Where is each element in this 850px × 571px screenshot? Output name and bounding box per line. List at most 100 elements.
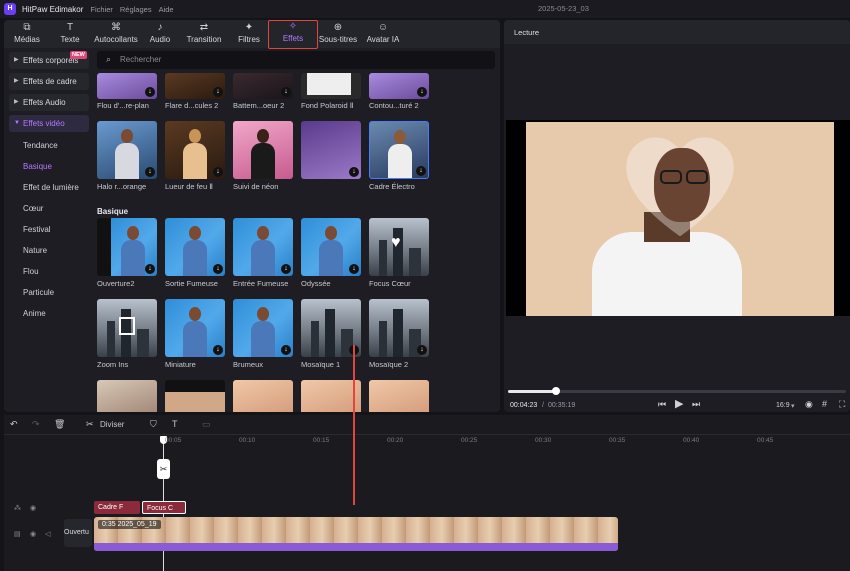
ruler-tick-label: 00:40 (683, 437, 700, 444)
transition-icon: ⇄ (199, 22, 209, 33)
effect-tile[interactable]: ↓ (369, 121, 429, 179)
next-frame-icon[interactable]: ⏭ (692, 399, 700, 410)
download-icon: ↓ (281, 87, 291, 97)
effect-tile[interactable]: ↓ (165, 121, 225, 179)
playback-progress[interactable] (508, 387, 846, 395)
download-icon: ↓ (213, 87, 223, 97)
sub-nature[interactable]: Nature (23, 246, 47, 255)
effect-tile[interactable]: ↓ (165, 299, 225, 357)
music-icon: ♪ (157, 22, 163, 33)
effect-tile[interactable]: ↓ (369, 299, 429, 357)
tab-texte[interactable]: T Texte (56, 22, 84, 48)
transition-chip[interactable]: Ouvertu (64, 519, 92, 547)
effect-tile[interactable] (97, 299, 157, 357)
tab-avatar-ia[interactable]: ☺ Avatar IA (364, 22, 402, 48)
effect-tile[interactable]: ↓ (97, 218, 157, 276)
effect-tile[interactable]: ↓ (233, 73, 293, 99)
ruler-tick-label: 00:10 (239, 437, 256, 444)
effect-tile[interactable]: ↓ (165, 218, 225, 276)
category-effets-audio[interactable]: ▶ Effets Audio (9, 94, 89, 111)
sub-anime[interactable]: Anime (23, 309, 46, 318)
undo-icon[interactable]: ↶ (10, 419, 18, 430)
total-time: 00:35:19 (548, 402, 576, 409)
fx-clip-cadre[interactable]: Cadre F (94, 501, 140, 514)
delete-icon[interactable]: 🗑 (54, 419, 65, 430)
tab-sous-titres[interactable]: ⊕ Sous-titres (318, 22, 358, 48)
sub-tendance[interactable]: Tendance (23, 141, 58, 150)
tab-transition[interactable]: ⇄ Transition (184, 22, 224, 48)
eye-icon[interactable]: ◉ (30, 530, 36, 538)
chevron-down-icon: ▾ (791, 403, 795, 410)
effect-tile[interactable]: ↓ (97, 121, 157, 179)
eye-icon[interactable]: ◉ (30, 504, 36, 512)
effect-tile[interactable] (369, 380, 429, 412)
sub-flou[interactable]: Flou (23, 267, 39, 276)
project-title: 2025-05-23_03 (538, 4, 589, 13)
volume-icon[interactable]: ◁ (45, 530, 50, 538)
split-button[interactable]: Diviser (100, 420, 124, 429)
crop-icon[interactable]: ▭ (202, 419, 211, 430)
effect-tile[interactable] (97, 380, 157, 412)
search-icon: ⌕ (106, 54, 112, 64)
effect-tile[interactable]: ♥ (369, 218, 429, 276)
menu-aide[interactable]: Aide (159, 5, 174, 14)
tab-effets[interactable]: ✧ Effets (268, 20, 318, 49)
sub-festival[interactable]: Festival (23, 225, 51, 234)
tab-medias[interactable]: ⧉ Médias (10, 22, 44, 48)
effect-tile[interactable] (233, 121, 293, 179)
download-icon: ↓ (213, 345, 223, 355)
scissor-icon[interactable]: ✂ (157, 459, 170, 479)
fx-clip-focus[interactable]: Focus C (142, 501, 186, 514)
progress-knob[interactable] (552, 387, 561, 395)
subtitles-icon: ⊕ (333, 22, 343, 33)
sub-basique[interactable]: Basique (23, 162, 52, 171)
category-effets-video[interactable]: ▼ Effets vidéo (9, 115, 89, 132)
video-clip[interactable]: 0:35 2025_05_19 (94, 517, 618, 551)
prev-frame-icon[interactable]: ⏮ (658, 399, 666, 410)
effect-tile[interactable] (233, 380, 293, 412)
effect-label: Flare d...cules 2 (165, 101, 219, 110)
video-preview[interactable] (506, 120, 850, 316)
tab-autocollants[interactable]: ⌘ Autocollants (90, 22, 142, 48)
preview-title: Lecture (514, 28, 540, 37)
play-icon[interactable]: ▶ (675, 397, 683, 410)
search-input[interactable]: ⌕ Rechercher (97, 51, 495, 69)
effect-tile[interactable] (165, 380, 225, 412)
effect-tile[interactable] (301, 73, 361, 99)
tab-audio[interactable]: ♪ Audio (146, 22, 174, 48)
shield-icon[interactable]: ⛉ (150, 419, 157, 430)
grid-icon[interactable]: # (822, 399, 827, 409)
tab-filtres[interactable]: ✦ Filtres (236, 22, 262, 48)
category-effets-de-cadre[interactable]: ▶ Effets de cadre (9, 73, 89, 90)
split-icon[interactable]: ✂ (86, 419, 94, 430)
sub-coeur[interactable]: Cœur (23, 204, 43, 213)
new-badge: NEW (70, 51, 87, 59)
effects-icon: ✧ (288, 21, 298, 32)
fullscreen-icon[interactable]: ⛶ (839, 399, 845, 410)
effect-tile[interactable]: ↓ (165, 73, 225, 99)
ruler-tick-label: 00:15 (313, 437, 330, 444)
menu-fichier[interactable]: Fichier (90, 5, 113, 14)
menu-reglages[interactable]: Réglages (120, 5, 152, 14)
preview-frame (526, 122, 834, 316)
library-panel: ⧉ Médias T Texte ⌘ Autocollants ♪ Audio ⇄ Tra… (4, 20, 500, 412)
aspect-ratio-select[interactable]: 16:9 (776, 402, 790, 409)
download-icon: ↓ (145, 264, 155, 274)
effect-tile[interactable]: ↓ (301, 218, 361, 276)
text-tool-icon[interactable]: T (172, 419, 178, 429)
effect-label: Ouverture2 (97, 279, 135, 288)
effect-tile[interactable]: ↓ (369, 73, 429, 99)
redo-icon[interactable]: ↷ (32, 419, 40, 430)
ruler-tick-label: 00:20 (387, 437, 404, 444)
effect-tile[interactable]: ↓ (97, 73, 157, 99)
current-time: 00:04:23 (510, 402, 538, 409)
lock-icon[interactable]: ▤ (14, 530, 21, 538)
download-icon: ↓ (281, 264, 291, 274)
effect-tile[interactable]: ↓ (233, 299, 293, 357)
download-icon: ↓ (416, 166, 426, 176)
effect-tile[interactable]: ↓ (301, 121, 361, 179)
effect-tile[interactable]: ↓ (233, 218, 293, 276)
sub-effet-de-lumiere[interactable]: Effet de lumière (23, 183, 79, 192)
snapshot-icon[interactable]: ◉ (805, 399, 813, 410)
sub-particule[interactable]: Particule (23, 288, 54, 297)
